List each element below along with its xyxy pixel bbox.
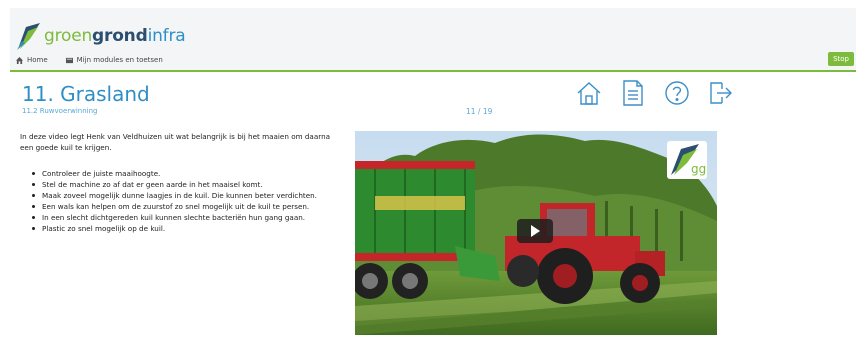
logo-text: groengrondinfra bbox=[44, 26, 186, 46]
video-player[interactable]: ggi bbox=[355, 131, 717, 335]
home-icon bbox=[16, 56, 23, 64]
modules-icon bbox=[65, 57, 73, 63]
list-item: Controleer de juiste maaihoogte. bbox=[32, 168, 362, 179]
stop-button[interactable]: Stop bbox=[828, 52, 854, 66]
top-nav: Home Mijn modules en toetsen bbox=[16, 56, 163, 64]
page-counter: 11 / 19 bbox=[466, 107, 493, 116]
intro-text: In deze video legt Henk van Veldhuizen u… bbox=[20, 132, 331, 152]
nav-home-label: Home bbox=[27, 56, 48, 64]
help-button[interactable] bbox=[662, 78, 692, 108]
nav-modules[interactable]: Mijn modules en toetsen bbox=[65, 56, 163, 64]
logo-mark-icon bbox=[17, 23, 40, 50]
document-icon bbox=[623, 80, 643, 106]
exit-button[interactable] bbox=[706, 78, 736, 108]
logo-text-groen: groen bbox=[44, 26, 93, 46]
page: groengrondinfra Home Mijn modules en toe… bbox=[0, 0, 860, 349]
ggi-logo: ggi bbox=[667, 141, 710, 179]
play-icon bbox=[531, 225, 540, 237]
list-item: Plastic zo snel mogelijk op de kuil. bbox=[32, 223, 362, 234]
logo[interactable]: groengrondinfra bbox=[16, 18, 186, 54]
list-item: Maak zoveel mogelijk dunne laagjes in de… bbox=[32, 190, 362, 201]
lesson-title: 11. Grasland bbox=[22, 82, 150, 106]
exit-icon bbox=[710, 82, 732, 104]
home-icon bbox=[577, 82, 601, 105]
nav-home[interactable]: Home bbox=[16, 56, 48, 64]
logo-text-grond: grond bbox=[92, 26, 148, 46]
home-button[interactable] bbox=[574, 78, 604, 108]
logo-text-infra: infra bbox=[147, 26, 186, 46]
list-item: In een slecht dichtgereden kuil kunnen s… bbox=[32, 212, 362, 223]
list-item: Stel de machine zo af dat er geen aarde … bbox=[32, 179, 362, 190]
ggi-logo-icon: ggi bbox=[671, 144, 710, 176]
nav-modules-label: Mijn modules en toetsen bbox=[76, 56, 163, 64]
list-item: Een wals kan helpen om de zuurstof zo sn… bbox=[32, 201, 362, 212]
tips-list: Controleer de juiste maaihoogte. Stel de… bbox=[32, 168, 362, 234]
lesson-toolbar bbox=[574, 78, 736, 108]
document-button[interactable] bbox=[618, 78, 648, 108]
play-button[interactable] bbox=[517, 219, 553, 243]
ggi-badge-text: ggi bbox=[691, 162, 707, 176]
lesson-subtitle: 11.2 Ruwvoerwinning bbox=[22, 107, 98, 115]
header: groengrondinfra Home Mijn modules en toe… bbox=[10, 8, 856, 72]
help-icon bbox=[665, 81, 689, 105]
